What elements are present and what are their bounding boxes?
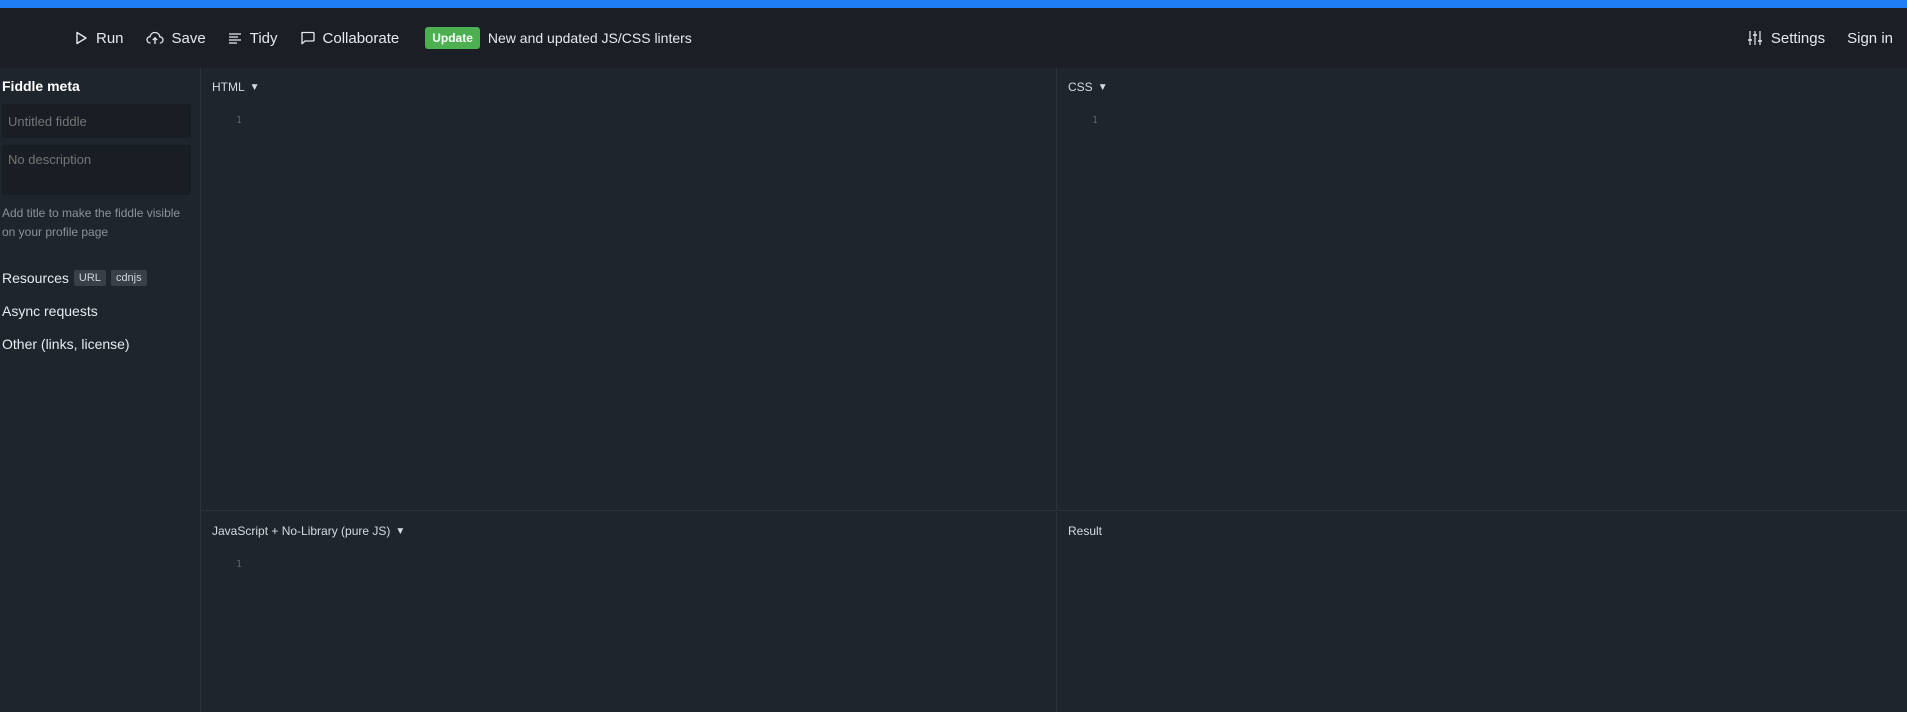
sliders-icon: [1747, 31, 1762, 45]
result-pane: Result: [1058, 512, 1907, 712]
fiddle-description-input[interactable]: [2, 145, 191, 195]
tidy-button[interactable]: Tidy: [228, 30, 278, 47]
sign-in-button[interactable]: Sign in: [1847, 30, 1893, 47]
sign-in-label: Sign in: [1847, 29, 1893, 47]
tidy-label: Tidy: [249, 29, 278, 47]
chat-bubble-icon: [300, 31, 315, 45]
js-language-selector[interactable]: JavaScript + No-Library (pure JS) ▼: [212, 524, 405, 538]
css-pane-label: CSS: [1068, 80, 1093, 94]
sidebar-item-async-requests[interactable]: Async requests: [2, 303, 198, 319]
js-pane-label: JavaScript + No-Library (pure JS): [212, 524, 391, 538]
line-number: 1: [236, 559, 243, 570]
save-button[interactable]: Save: [145, 29, 206, 47]
resources-cdnjs-tag[interactable]: cdnjs: [110, 270, 147, 286]
js-editor-pane[interactable]: JavaScript + No-Library (pure JS) ▼ 1: [202, 512, 1057, 712]
sidebar-item-other[interactable]: Other (links, license): [2, 336, 198, 352]
async-requests-label: Async requests: [2, 303, 98, 319]
fiddle-title-input[interactable]: [2, 104, 191, 138]
update-badge[interactable]: Update: [425, 27, 480, 49]
html-editor-pane[interactable]: HTML ▼ 1: [202, 68, 1057, 511]
caret-down-icon: ▼: [395, 525, 406, 537]
toolbar-right: Settings Sign in: [1725, 8, 1893, 68]
caret-down-icon: ▼: [249, 81, 260, 93]
collaborate-label: Collaborate: [322, 29, 400, 47]
result-pane-label: Result: [1068, 524, 1103, 538]
resources-url-tag[interactable]: URL: [73, 270, 106, 286]
save-label: Save: [171, 29, 206, 47]
collaborate-button[interactable]: Collaborate: [300, 29, 400, 47]
css-language-selector[interactable]: CSS ▼: [1068, 80, 1108, 94]
toolbar-left: Run Save Tidy Collaborate Update New and…: [74, 27, 692, 49]
other-label: Other (links, license): [2, 336, 130, 352]
update-link[interactable]: New and updated JS/CSS linters: [488, 30, 692, 46]
html-pane-label: HTML: [212, 80, 245, 94]
resources-label: Resources: [2, 270, 69, 286]
settings-button[interactable]: Settings: [1747, 30, 1825, 47]
html-language-selector[interactable]: HTML ▼: [212, 80, 260, 94]
run-label: Run: [96, 29, 124, 47]
settings-label: Settings: [1770, 29, 1826, 47]
sidebar-item-resources[interactable]: Resources URL cdnjs: [2, 270, 198, 286]
top-accent-bar: [0, 0, 1907, 8]
line-number: 1: [236, 115, 243, 126]
toolbar: Run Save Tidy Collaborate Update New and…: [0, 8, 1907, 68]
run-button[interactable]: Run: [74, 30, 124, 47]
align-left-icon: [228, 33, 241, 44]
play-icon: [76, 31, 87, 45]
fiddle-meta-title: Fiddle meta: [2, 78, 80, 94]
sidebar: Fiddle meta Add title to make the fiddle…: [0, 68, 201, 712]
css-editor-pane[interactable]: CSS ▼ 1: [1058, 68, 1907, 511]
line-number: 1: [1092, 115, 1099, 126]
caret-down-icon: ▼: [1097, 81, 1108, 93]
meta-hint-text: Add title to make the fiddle visible on …: [2, 206, 181, 239]
cloud-upload-icon: [145, 31, 164, 44]
